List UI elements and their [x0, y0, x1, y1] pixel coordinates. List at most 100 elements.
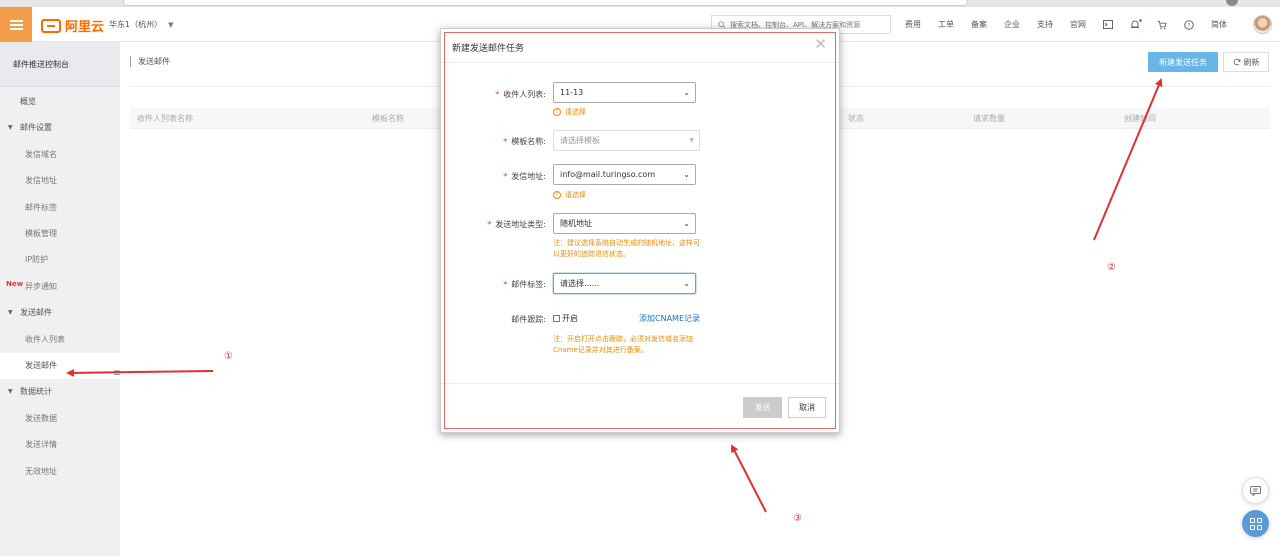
- bell-icon[interactable]: [1130, 18, 1142, 30]
- chat-icon[interactable]: [1242, 477, 1269, 504]
- sidebar-item[interactable]: 无效地址: [0, 459, 120, 485]
- dialog-title: 新建发送邮件任务: [452, 44, 525, 54]
- notification-dot: [1139, 18, 1142, 22]
- brand-mark-icon: [41, 18, 61, 33]
- annotation-number-1: ①: [224, 351, 233, 362]
- refresh-button[interactable]: 刷新: [1223, 52, 1269, 72]
- warning-icon: !: [553, 108, 561, 116]
- tracking-checkbox-label: 开启: [562, 314, 578, 323]
- tracking-checkbox[interactable]: 开启: [553, 313, 578, 324]
- refresh-icon: [1233, 58, 1240, 66]
- region-label: 华东1（杭州）: [109, 20, 163, 29]
- template-placeholder: 请选择模板: [560, 136, 600, 145]
- sidebar-item-label: 发信域名: [25, 150, 57, 159]
- new-send-task-dialog: 新建发送邮件任务 ✕ * 收件人列表: 11-13 ⌄ ! 请选择 * 模板名称: 请…: [440, 28, 840, 433]
- column-header-status[interactable]: 状态: [848, 108, 864, 129]
- brand-name: 阿里云: [65, 20, 105, 35]
- address-type-select[interactable]: 随机地址 ⌄: [553, 213, 696, 234]
- sidebar: 邮件推送控制台 概览 ▼ 邮件设置发信域名发信地址邮件标签模板管理 IP防护 New 异步…: [0, 42, 121, 556]
- recipients-value: 11-13: [560, 88, 584, 97]
- sidebar-group[interactable]: ▼ 数据统计: [0, 379, 120, 405]
- sidebar-item-label: 概览: [20, 97, 36, 106]
- breadcrumb: 发送邮件: [130, 56, 170, 67]
- sidebar-item[interactable]: 发信地址: [0, 168, 120, 194]
- caret-down-icon: ▼: [8, 124, 13, 131]
- sidebar-item-label: 发送邮件: [25, 361, 57, 370]
- warning-icon: !: [553, 191, 561, 199]
- address-type-note: 注：建议选择系统自动生成的随机地址，这样可以更好的追踪退信状态。: [553, 239, 700, 258]
- sidebar-item-label: 发信地址: [25, 176, 57, 185]
- sidebar-item[interactable]: New 异步通知: [0, 274, 120, 300]
- dialog-header: 新建发送邮件任务 ✕: [441, 29, 839, 63]
- tag-label: * 邮件标签:: [503, 280, 546, 289]
- sidebar-item[interactable]: 发送邮件: [0, 353, 120, 379]
- browser-strip: [0, 0, 1280, 7]
- column-header-template[interactable]: 模板名称: [372, 108, 404, 129]
- nav-item-icp[interactable]: 备案: [971, 19, 987, 30]
- recipients-label: * 收件人列表:: [495, 90, 546, 99]
- template-select[interactable]: 请选择模板 ▼: [553, 130, 700, 151]
- language-switch[interactable]: 简体: [1211, 19, 1227, 30]
- recipients-error: ! 请选择: [553, 107, 586, 117]
- nav-item-support[interactable]: 支持: [1037, 19, 1053, 30]
- template-label: * 模板名称:: [503, 137, 546, 146]
- help-icon[interactable]: ?: [1184, 19, 1194, 30]
- sidebar-item[interactable]: 发送数据: [0, 406, 120, 432]
- sidebar-item[interactable]: 概览: [0, 89, 120, 115]
- sidebar-item[interactable]: 发信域名: [0, 142, 120, 168]
- sidebar-item[interactable]: 收件人列表: [0, 327, 120, 353]
- add-cname-link[interactable]: 添加CNAME记录: [639, 313, 700, 324]
- sidebar-item-label: 发送详情: [25, 440, 57, 449]
- chevron-down-icon: ⌄: [683, 279, 690, 288]
- sidebar-item-label: 模板管理: [25, 229, 57, 238]
- tracking-label: 邮件跟踪:: [511, 315, 546, 324]
- tag-select[interactable]: 请选择...... ⌄: [553, 273, 696, 294]
- checkbox-box[interactable]: [553, 315, 560, 322]
- column-header-recipients[interactable]: 收件人列表名称: [137, 108, 193, 129]
- column-header-created[interactable]: 创建时间: [1124, 108, 1156, 129]
- sidebar-item[interactable]: 邮件标签: [0, 195, 120, 221]
- address-type-value: 随机地址: [560, 219, 592, 228]
- close-icon[interactable]: ✕: [814, 37, 827, 52]
- sidebar-item[interactable]: IP防护: [0, 247, 120, 273]
- send-button[interactable]: 发送: [743, 397, 782, 418]
- sidebar-title: 邮件推送控制台: [0, 42, 120, 87]
- sidebar-item-label: 发送邮件: [20, 308, 52, 317]
- sidebar-group[interactable]: ▼ 发送邮件: [0, 300, 120, 326]
- column-header-requests[interactable]: 请求数量: [973, 108, 1005, 129]
- new-badge: New: [6, 280, 24, 288]
- dialog-footer-divider: [441, 383, 839, 384]
- nav-item-billing[interactable]: 费用: [905, 19, 921, 30]
- browser-profile-icon[interactable]: [1226, 0, 1238, 6]
- nav-item-enterprise[interactable]: 企业: [1004, 19, 1020, 30]
- sidebar-item-label: 邮件标签: [25, 203, 57, 212]
- sender-select[interactable]: info@mail.turingso.com ⌄: [553, 164, 696, 185]
- address-type-label: * 发送地址类型:: [487, 220, 546, 229]
- avatar[interactable]: [1253, 15, 1272, 34]
- sidebar-item-label: 异步通知: [25, 282, 57, 291]
- brand-logo[interactable]: 阿里云: [41, 16, 104, 35]
- browser-address-bar[interactable]: [123, 0, 968, 6]
- svg-text:?: ?: [1187, 22, 1190, 29]
- menu-icon[interactable]: [0, 7, 32, 42]
- header-nav: 费用 工单 备案 企业 支持 官网 ? 简体: [905, 18, 1244, 30]
- sender-value: info@mail.turingso.com: [560, 170, 656, 179]
- chevron-down-icon: ⌄: [683, 170, 690, 179]
- sidebar-group[interactable]: ▼ 邮件设置: [0, 115, 120, 141]
- cancel-button[interactable]: 取消: [788, 397, 826, 418]
- apps-icon[interactable]: [1242, 510, 1269, 537]
- nav-item-tickets[interactable]: 工单: [938, 19, 954, 30]
- terminal-icon[interactable]: [1103, 20, 1113, 30]
- sidebar-item[interactable]: 发送详情: [0, 432, 120, 458]
- sidebar-item-label: IP防护: [25, 255, 49, 264]
- sidebar-item[interactable]: 模板管理: [0, 221, 120, 247]
- chevron-down-icon: ⌄: [683, 88, 690, 97]
- sidebar-item-label: 数据统计: [20, 387, 52, 396]
- region-selector[interactable]: 华东1（杭州） ▼: [109, 19, 173, 30]
- cart-icon[interactable]: [1157, 20, 1167, 30]
- new-task-button[interactable]: 新建发送任务: [1148, 52, 1218, 72]
- refresh-label: 刷新: [1243, 57, 1260, 67]
- recipients-select[interactable]: 11-13 ⌄: [553, 82, 696, 103]
- nav-item-official-site[interactable]: 官网: [1070, 19, 1086, 30]
- annotation-number-3: ③: [793, 513, 802, 524]
